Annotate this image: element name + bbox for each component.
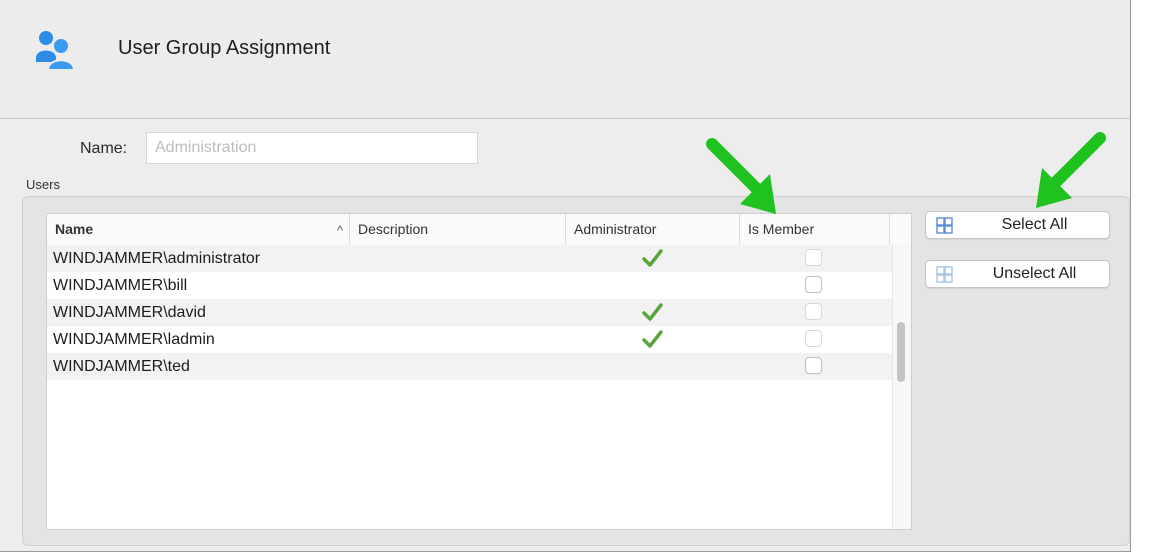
- column-header-name[interactable]: Name: [47, 214, 350, 245]
- sort-ascending-icon[interactable]: ^: [337, 214, 343, 245]
- administrator-check-icon: [642, 249, 663, 267]
- unselect-all-button[interactable]: Unselect All: [925, 260, 1110, 288]
- window-header: User Group Assignment: [0, 0, 1130, 119]
- row-name: WINDJAMMER\administrator: [53, 250, 261, 267]
- unselect-all-label: Unselect All: [992, 265, 1077, 282]
- users-table: Name ^ Description Administrator Is Memb…: [46, 213, 912, 530]
- scrollbar-thumb[interactable]: [897, 322, 905, 382]
- name-field[interactable]: [146, 132, 478, 164]
- row-name: WINDJAMMER\ladmin: [53, 331, 215, 348]
- grid-unselect-icon: [936, 266, 953, 283]
- is-member-checkbox[interactable]: [805, 330, 822, 347]
- is-member-checkbox[interactable]: [805, 303, 822, 320]
- annotation-arrow-icon: [706, 138, 776, 214]
- window-title: User Group Assignment: [118, 37, 331, 59]
- users-group-icon: [36, 31, 74, 71]
- row-name: WINDJAMMER\bill: [53, 277, 188, 294]
- is-member-checkbox[interactable]: [805, 249, 822, 266]
- administrator-check-icon: [642, 330, 663, 348]
- table-body: WINDJAMMER\administrator WINDJAMMER\bill…: [47, 245, 911, 380]
- row-name: WINDJAMMER\david: [53, 304, 206, 321]
- user-group-assignment-window: User Group Assignment Name: Users Name ^…: [0, 0, 1131, 552]
- annotation-arrow-icon: [1036, 132, 1106, 208]
- column-header-name-label: Name: [55, 221, 94, 237]
- name-label: Name:: [80, 140, 128, 157]
- table-row[interactable]: WINDJAMMER\administrator: [47, 245, 895, 272]
- users-group-label: Users: [26, 177, 60, 192]
- table-row[interactable]: WINDJAMMER\ted: [47, 353, 895, 380]
- is-member-checkbox[interactable]: [805, 357, 822, 374]
- column-header-description[interactable]: Description: [350, 214, 566, 245]
- table-row[interactable]: WINDJAMMER\bill: [47, 272, 895, 299]
- row-name: WINDJAMMER\ted: [53, 358, 190, 375]
- grid-select-icon: [936, 217, 953, 234]
- table-row[interactable]: WINDJAMMER\ladmin: [47, 326, 895, 353]
- vertical-scrollbar[interactable]: [892, 245, 911, 529]
- administrator-check-icon: [642, 303, 663, 321]
- table-row[interactable]: WINDJAMMER\david: [47, 299, 895, 326]
- column-header-spacer: [890, 214, 911, 245]
- is-member-checkbox[interactable]: [805, 276, 822, 293]
